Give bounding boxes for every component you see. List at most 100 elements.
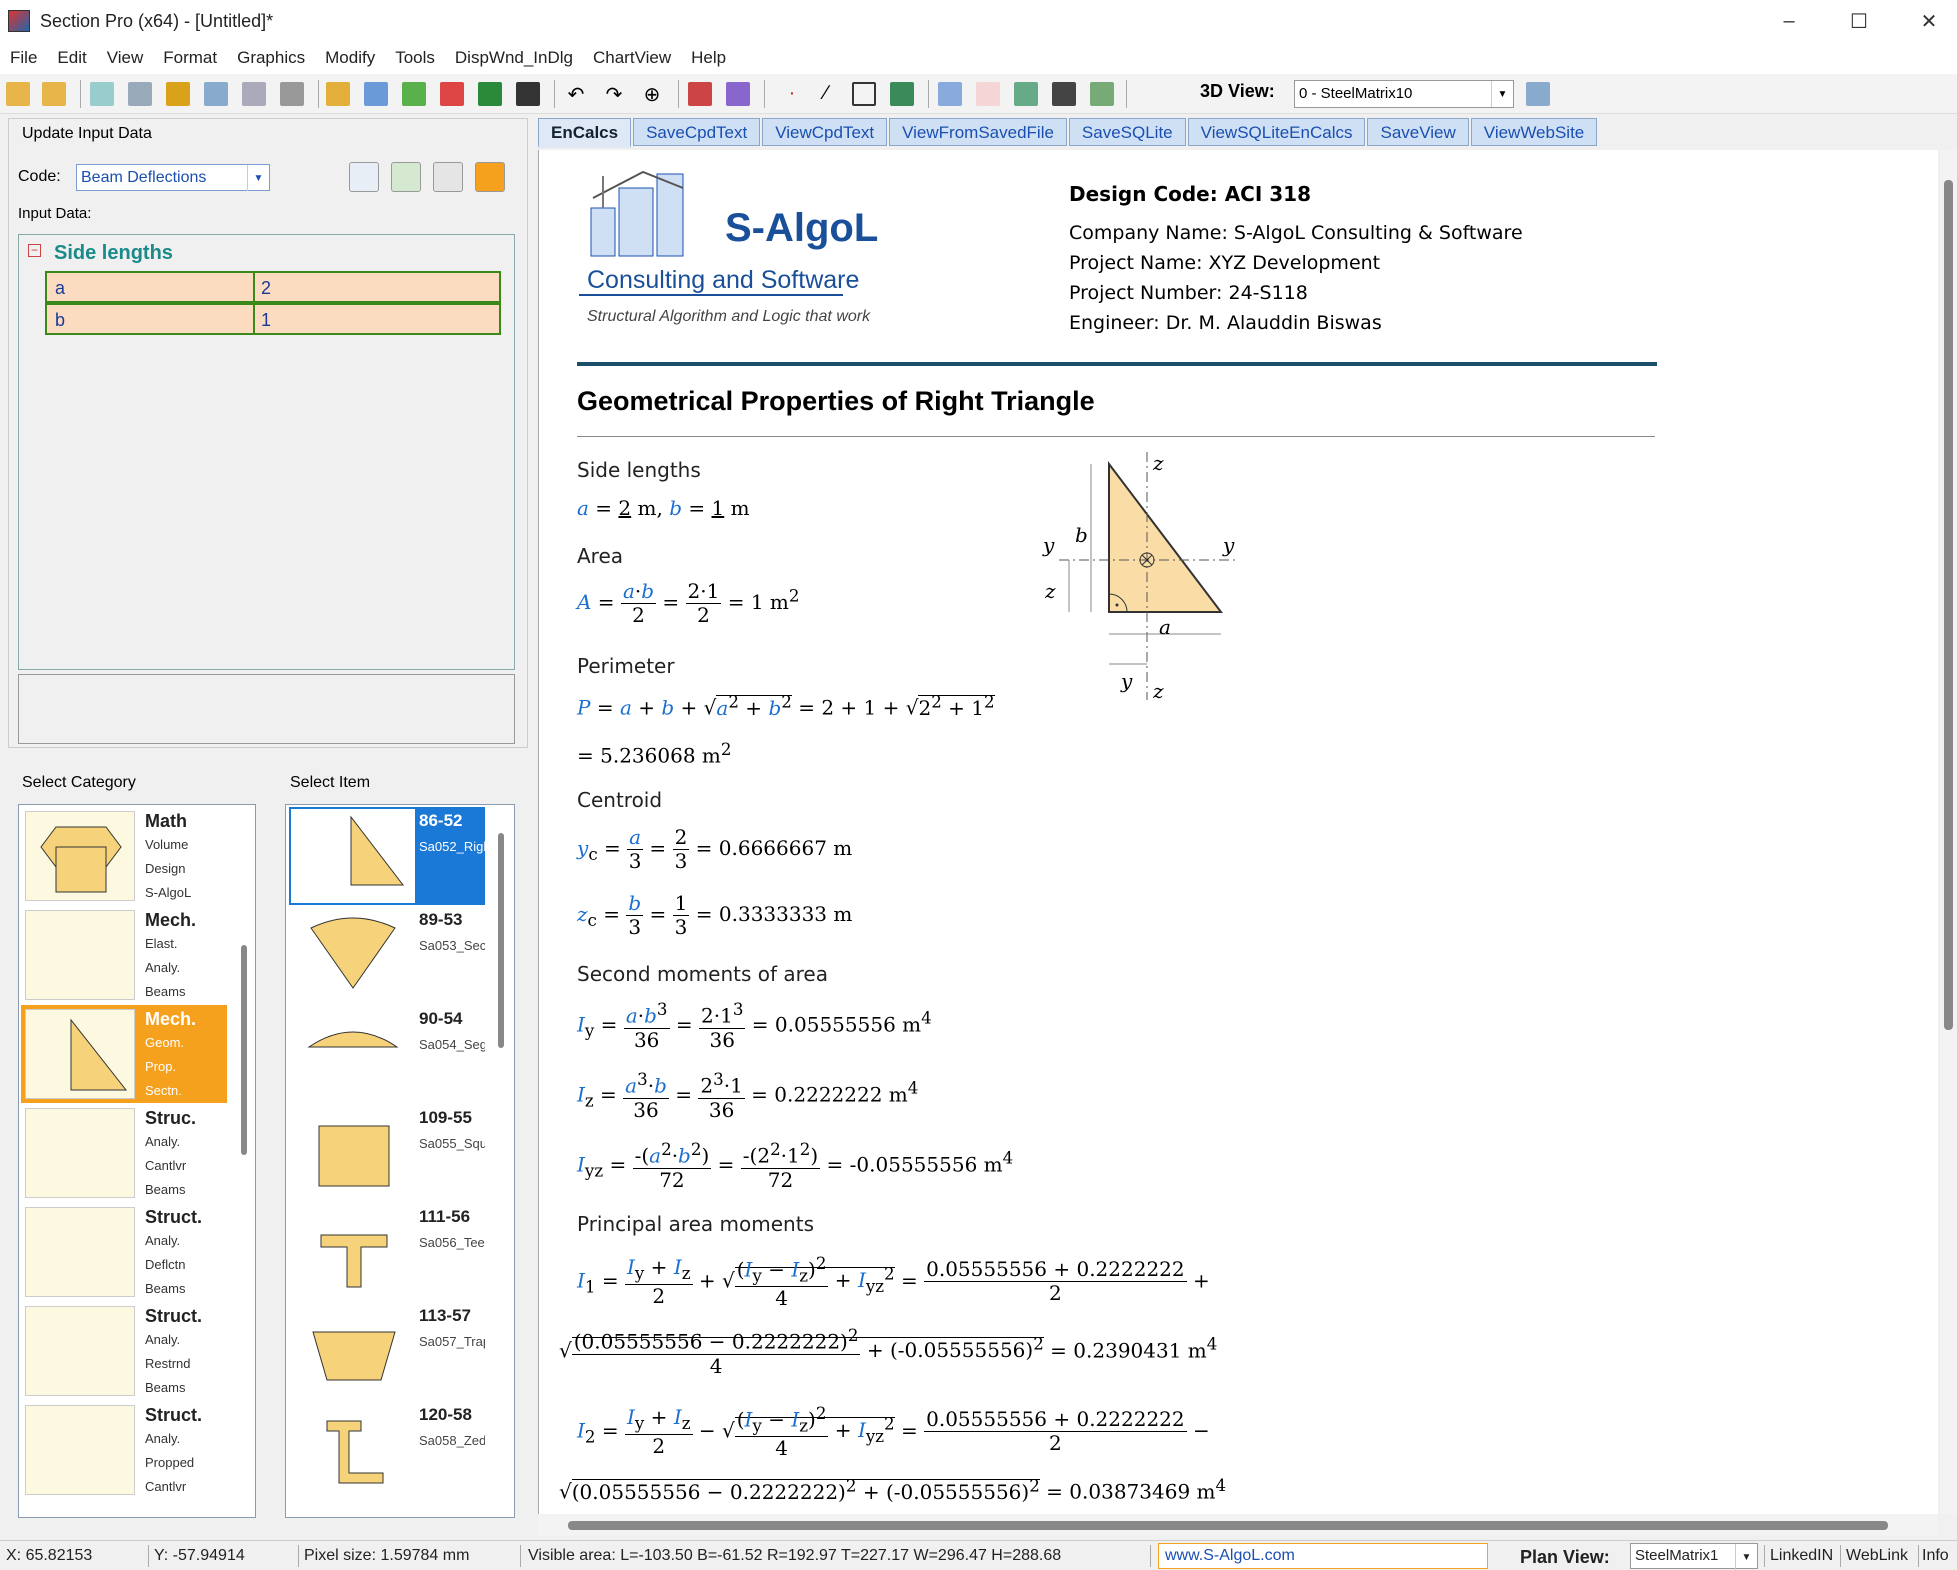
view3d-select[interactable]: 0 - SteelMatrix10 ▼	[1294, 80, 1514, 108]
collapse-icon[interactable]: −	[28, 244, 41, 257]
deflection-icon	[25, 1207, 135, 1297]
grid-row[interactable]: b 1	[45, 303, 501, 335]
menu-help[interactable]: Help	[681, 48, 736, 68]
category-line: Analy.	[145, 1332, 181, 1347]
shapes-icon[interactable]	[890, 82, 914, 106]
category-item[interactable]: Math Volume Design S-AlgoL	[21, 807, 227, 905]
category-scrollbar[interactable]	[241, 945, 247, 1155]
grid-row-value[interactable]: 2	[261, 278, 271, 299]
chart-icon[interactable]	[402, 82, 426, 106]
pdf-icon[interactable]	[440, 82, 464, 106]
menu-format[interactable]: Format	[153, 48, 227, 68]
minimize-button[interactable]: –	[1754, 0, 1824, 42]
delete-sheet-icon[interactable]	[280, 82, 304, 106]
document-hscrollbar[interactable]	[538, 1514, 1938, 1536]
category-item[interactable]: Mech. Elast. Analy. Beams	[21, 906, 227, 1004]
redo-icon[interactable]: ↷	[602, 82, 626, 106]
select-icon[interactable]	[688, 82, 712, 106]
menu-view[interactable]: View	[97, 48, 154, 68]
save-input-icon[interactable]	[391, 162, 421, 192]
tab-savecpdtext[interactable]: SaveCpdText	[633, 118, 761, 146]
grid-row-value[interactable]: 1	[261, 310, 271, 331]
save-icon[interactable]	[516, 82, 540, 106]
status-visible-area: Visible area: L=-103.50 B=-61.52 R=192.9…	[528, 1547, 1062, 1564]
clipboard-icon[interactable]	[433, 162, 463, 192]
hexagon-prism-icon	[25, 811, 135, 901]
tab-viewsqliteencalcs[interactable]: ViewSQLiteEnCalcs	[1187, 118, 1366, 146]
import-icon[interactable]	[1090, 82, 1114, 106]
item[interactable]: 111-56 Sa056_Tee	[289, 1203, 485, 1301]
deselect-icon[interactable]	[726, 82, 750, 106]
heading-perimeter: Perimeter	[577, 654, 675, 678]
category-item[interactable]: Struct. Analy. Restrnd Beams	[21, 1302, 227, 1400]
new-sheet-icon[interactable]	[90, 82, 114, 106]
crosshair-icon[interactable]: ⊕	[640, 82, 664, 106]
grid-category: Side lengths	[54, 242, 173, 264]
zoom-out-icon[interactable]	[42, 82, 66, 106]
item-selected[interactable]: 86-52 Sa052_Righ	[289, 807, 485, 905]
point-icon[interactable]: ·	[780, 82, 804, 106]
document-vscrollbar[interactable]	[1940, 150, 1957, 1514]
item[interactable]: 109-55 Sa055_Squa	[289, 1104, 485, 1202]
copy-sheet-icon[interactable]	[242, 82, 266, 106]
info-button[interactable]: Info	[1922, 1547, 1949, 1565]
menu-edit[interactable]: Edit	[47, 48, 96, 68]
item[interactable]: 89-53 Sa053_Sect	[289, 906, 485, 1004]
undo-icon[interactable]: ↶	[564, 82, 588, 106]
menu-graphics[interactable]: Graphics	[227, 48, 315, 68]
export-icon[interactable]	[1052, 82, 1076, 106]
tab-saveview[interactable]: SaveView	[1367, 118, 1469, 146]
matrix-icon[interactable]	[364, 82, 388, 106]
website-link[interactable]: www.S-AlgoL.com	[1158, 1543, 1488, 1569]
open-folder-icon[interactable]	[326, 82, 350, 106]
item[interactable]: 120-58 Sa058_Zed	[289, 1401, 485, 1499]
category-item[interactable]: Struct. Analy. Deflctn Beams	[21, 1203, 227, 1301]
view3d-settings-icon[interactable]	[1526, 82, 1550, 106]
iy-equation: Iy = a·b3 36 = 2·13 36 = 0.05555556 m4	[577, 1000, 932, 1052]
item-number: 109-55	[419, 1108, 472, 1127]
item[interactable]: 113-57 Sa057_Trap	[289, 1302, 485, 1400]
sector-icon	[291, 908, 415, 1002]
maximize-button[interactable]: ☐	[1824, 0, 1894, 42]
code-select[interactable]: Beam Deflections ▼	[76, 164, 270, 191]
layers-icon[interactable]	[166, 82, 190, 106]
trapezoid-icon	[291, 1304, 415, 1398]
menu-file[interactable]: File	[0, 48, 47, 68]
table-icon[interactable]	[976, 82, 1000, 106]
tab-viewcpdtext[interactable]: ViewCpdText	[762, 118, 888, 146]
tab-viewfromsavedfile[interactable]: ViewFromSavedFile	[889, 118, 1067, 146]
excel-icon[interactable]	[478, 82, 502, 106]
menu-tools[interactable]: Tools	[385, 48, 445, 68]
tab-viewwebsite[interactable]: ViewWebSite	[1470, 118, 1598, 146]
category-item-selected[interactable]: Mech. Geom. Prop. Sectn.	[21, 1005, 227, 1103]
category-item[interactable]: Struct. Analy. Propped Cantlvr	[21, 1401, 227, 1499]
category-line: Geom.	[145, 1035, 185, 1050]
plan-view-select[interactable]: SteelMatrix1 ▼	[1630, 1543, 1758, 1570]
calc-icon[interactable]	[349, 162, 379, 192]
item-name: Sa056_Tee	[419, 1235, 485, 1250]
item-scrollbar[interactable]	[498, 833, 504, 1048]
tab-encalcs[interactable]: EnCalcs	[538, 118, 632, 148]
category-item[interactable]: Struc. Analy. Cantlvr Beams	[21, 1104, 227, 1202]
input-data-label: Input Data:	[18, 205, 92, 222]
heading-centroid: Centroid	[577, 788, 663, 812]
menu-chartview[interactable]: ChartView	[583, 48, 681, 68]
menu-dispwnd[interactable]: DispWnd_InDlg	[445, 48, 583, 68]
line-icon[interactable]: ∕	[814, 82, 838, 106]
polyline-icon[interactable]	[852, 82, 876, 106]
item[interactable]: 90-54 Sa054_Segm	[289, 1005, 485, 1103]
weblink-button[interactable]: WebLink	[1846, 1547, 1908, 1565]
refresh-icon[interactable]	[475, 162, 505, 192]
linkedin-button[interactable]: LinkedIN	[1770, 1547, 1833, 1565]
hscroll-thumb[interactable]	[568, 1521, 1888, 1530]
report-icon[interactable]	[1014, 82, 1038, 106]
menu-modify[interactable]: Modify	[315, 48, 385, 68]
grid-icon[interactable]	[938, 82, 962, 106]
sheet-list-icon[interactable]	[128, 82, 152, 106]
refresh-sheet-icon[interactable]	[204, 82, 228, 106]
grid-row[interactable]: a 2	[45, 271, 501, 303]
vscroll-thumb[interactable]	[1944, 180, 1953, 1030]
zoom-in-icon[interactable]	[6, 82, 30, 106]
tab-savesqlite[interactable]: SaveSQLite	[1068, 118, 1186, 146]
close-button[interactable]: ✕	[1894, 0, 1957, 42]
